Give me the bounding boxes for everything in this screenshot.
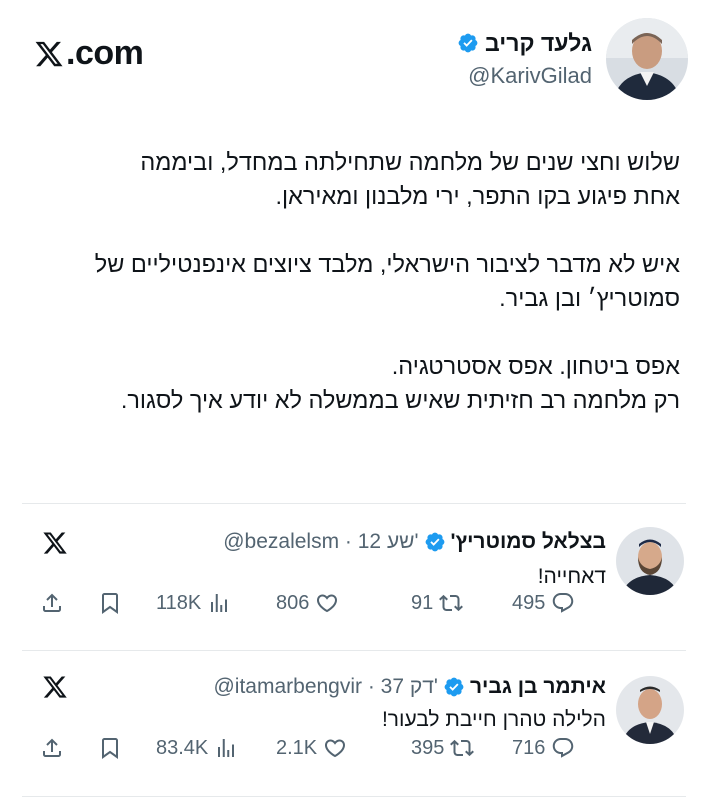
- quoted-author-avatar[interactable]: [616, 676, 684, 744]
- share-button[interactable]: [40, 736, 64, 760]
- views-count[interactable]: 83.4K: [156, 736, 238, 760]
- analytics-icon: [211, 594, 228, 612]
- retweet-icon: [450, 739, 475, 757]
- share-icon: [43, 593, 61, 612]
- x-logo-icon: [35, 41, 63, 66]
- x-logo-icon: [43, 532, 67, 554]
- tweet-paragraph: שלוש וחצי שנים של מלחמה שתחילתה במחדל, ו…: [140, 149, 680, 209]
- divider: [22, 650, 686, 651]
- author-name[interactable]: גלעד קריב: [485, 30, 592, 57]
- verified-badge-icon: [444, 677, 464, 697]
- views-count[interactable]: 118K: [156, 591, 231, 615]
- quoted-author-name[interactable]: בצלאל סמוטריץ': [451, 530, 606, 554]
- author-avatar[interactable]: [606, 18, 688, 100]
- share-button[interactable]: [40, 591, 64, 615]
- tweet-paragraph: אפס ביטחון. אפס אסטרטגיה. רק מלחמה רב חז…: [120, 353, 680, 413]
- quoted-tweet-text: הלילה טהרן חייבת לבעור!: [381, 708, 606, 731]
- heart-icon: [317, 594, 338, 613]
- bookmark-icon: [102, 738, 118, 759]
- reply-button[interactable]: 716: [512, 736, 575, 760]
- quoted-author-name[interactable]: איתמר בן גביר: [470, 675, 606, 699]
- x-logo-icon: [43, 676, 67, 698]
- main-tweet-text: שלוש וחצי שנים של מלחמה שתחילתה במחדל, ו…: [18, 145, 680, 417]
- author-handle[interactable]: @KarivGilad: [457, 63, 592, 89]
- quoted-author-avatar[interactable]: [616, 527, 684, 595]
- like-button[interactable]: 806: [276, 591, 339, 615]
- quoted-tweet-text: דאחייה!: [537, 565, 606, 588]
- x-brand-logo: .com: [34, 34, 144, 73]
- quoted-handle-time[interactable]: @itamarbengvir · 37 דק': [213, 675, 437, 699]
- reply-icon: [553, 593, 574, 613]
- analytics-icon: [218, 739, 235, 757]
- brand-domain: .com: [66, 34, 144, 72]
- bookmark-icon: [102, 593, 118, 614]
- retweet-icon: [439, 594, 464, 612]
- reply-button[interactable]: 495: [512, 591, 575, 615]
- main-tweet-header: גלעד קריב @KarivGilad: [457, 18, 688, 100]
- share-icon: [43, 738, 61, 757]
- bookmark-button[interactable]: [98, 736, 122, 760]
- like-button[interactable]: 2.1K: [276, 736, 347, 760]
- bookmark-button[interactable]: [98, 591, 122, 615]
- verified-badge-icon: [458, 33, 478, 53]
- divider: [22, 796, 686, 797]
- verified-badge-icon: [425, 532, 444, 552]
- retweet-button[interactable]: 395: [411, 736, 475, 760]
- divider: [22, 503, 686, 504]
- retweet-button[interactable]: 91: [411, 591, 464, 615]
- tweet-paragraph: איש לא מדבר לציבור הישראלי, מלבד ציוצים …: [94, 251, 680, 311]
- heart-icon: [325, 739, 346, 758]
- quoted-handle-time[interactable]: @bezalelsm · 12 שע': [223, 530, 418, 554]
- reply-icon: [553, 738, 574, 758]
